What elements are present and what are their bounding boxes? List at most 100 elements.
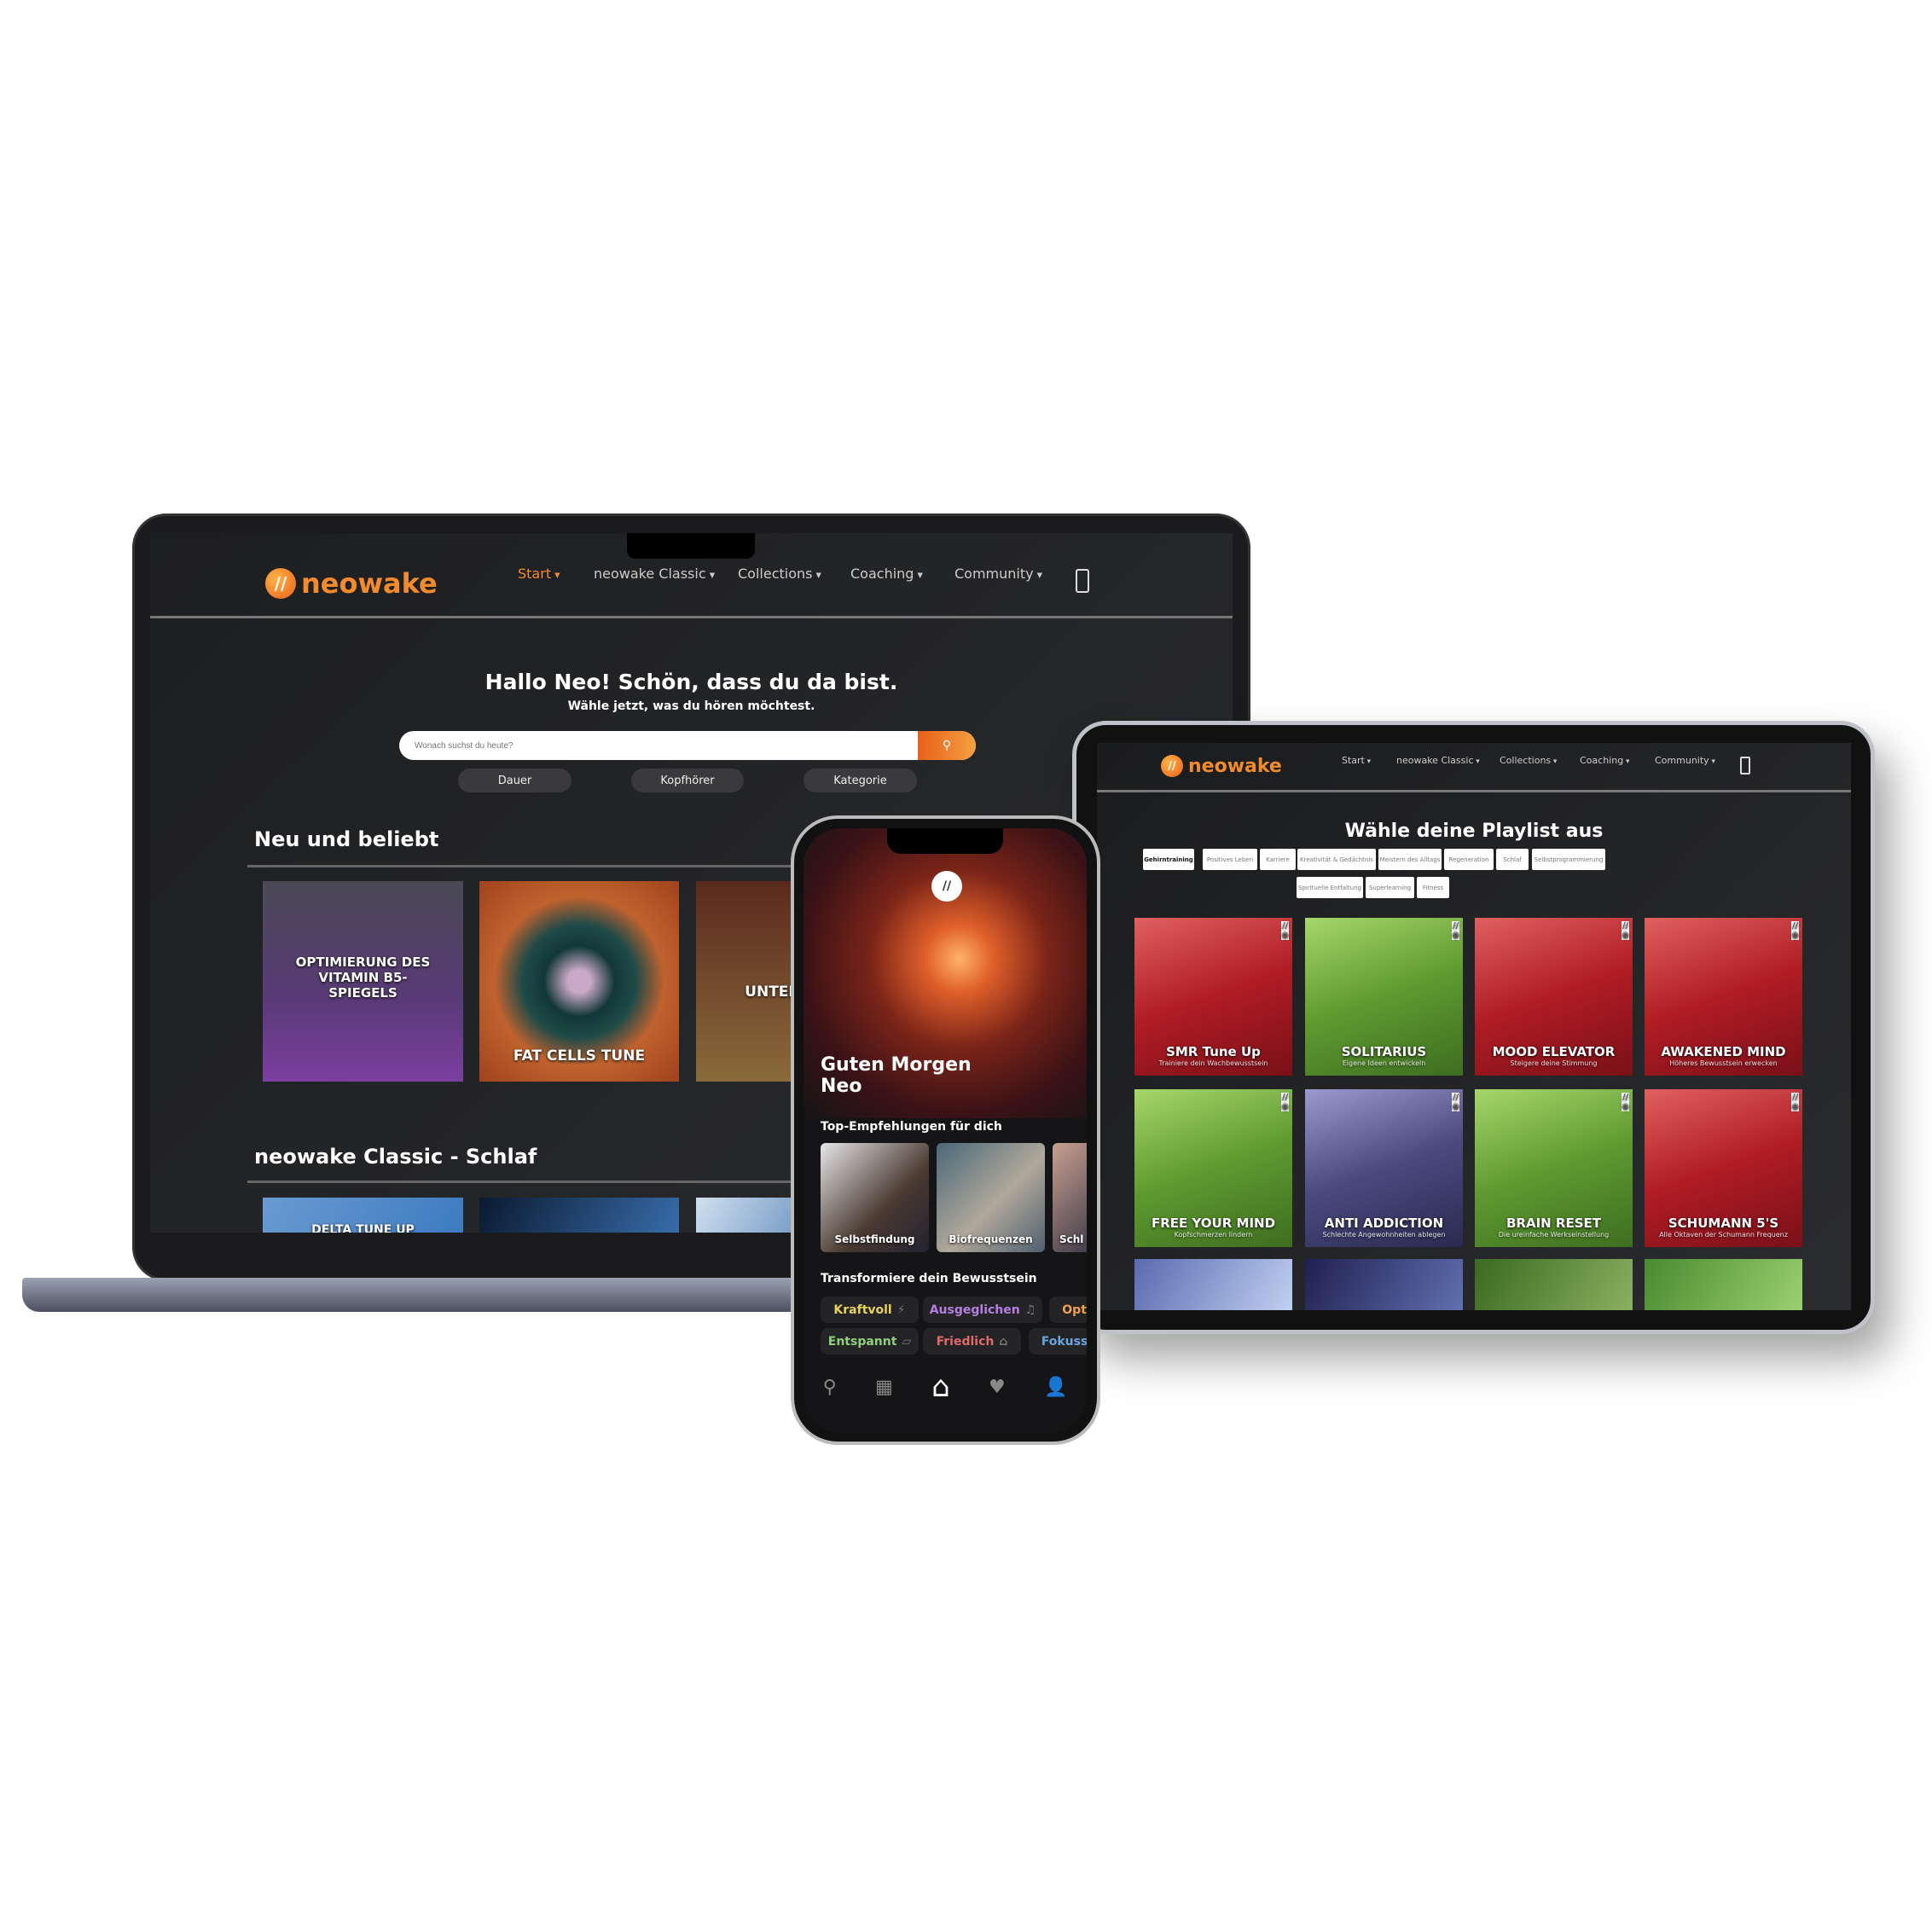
mobile-app-icon[interactable]	[1076, 569, 1089, 593]
playlist-subtitle: Steigere deine Stimmung	[1510, 1059, 1598, 1067]
nav-collections[interactable]: Collections	[1500, 755, 1557, 766]
playlist-card[interactable]	[1305, 1259, 1463, 1310]
recommendation-card[interactable]: Selbstfindung	[821, 1143, 929, 1252]
mood-chip[interactable]: Fokuss	[1029, 1328, 1087, 1355]
camera-notch	[627, 533, 755, 559]
playlist-subtitle: Die ureinfache Werkseinstellung	[1498, 1231, 1610, 1239]
playlist-tab[interactable]: Karriere	[1260, 849, 1296, 870]
track-title: FAT CELLS TUNE	[513, 1047, 646, 1065]
transform-title: Transformiere dein Bewusstsein	[821, 1272, 1037, 1285]
playlist-card[interactable]: //◉ SMR Tune Up Trainiere dein Wachbewusst…	[1134, 918, 1292, 1076]
recommend-title: Top-Empfehlungen für dich	[821, 1120, 1002, 1134]
logo-icon: //	[1161, 755, 1183, 777]
playlist-tab[interactable]: Positives Leben	[1203, 849, 1257, 870]
logo-icon: //	[1622, 1093, 1629, 1102]
search-icon[interactable]: ⚲	[823, 1377, 837, 1398]
track-card[interactable]: OPTIMIERUNG DES VITAMIN B5-SPIEGELS	[263, 881, 463, 1082]
playlist-title: AWAKENED MIND	[1661, 1044, 1786, 1059]
phone-screen: // Guten Morgen Neo Top-Empfehlungen für…	[804, 828, 1087, 1433]
recommendation-card[interactable]: Schl	[1053, 1143, 1087, 1252]
logo-text: neowake	[1188, 755, 1282, 777]
mood-label: Opti	[1062, 1303, 1087, 1317]
playlist-tab[interactable]: Fitness	[1417, 877, 1449, 898]
playlist-tab[interactable]: Schlaf	[1496, 849, 1529, 870]
search-button[interactable]: ⚲	[918, 731, 976, 760]
logo-icon: //	[1791, 921, 1799, 931]
playlist-badge: //◉	[1452, 1093, 1459, 1111]
mood-chip[interactable]: Ausgeglichen ♫	[923, 1297, 1042, 1323]
logo-text: neowake	[301, 567, 438, 600]
grid-icon[interactable]: ▦	[875, 1377, 893, 1398]
playlist-tab[interactable]: Meistern des Alltags	[1378, 849, 1442, 870]
nav-coaching[interactable]: Coaching	[850, 566, 923, 582]
nav-collections[interactable]: Collections	[738, 566, 821, 582]
playlist-title: SCHUMANN 5'S	[1668, 1215, 1779, 1231]
playlist-tab[interactable]: Gehirntraining	[1143, 849, 1194, 870]
playlist-badge: //◉	[1622, 921, 1629, 940]
header-divider	[150, 616, 1233, 618]
recommendation-card[interactable]: Biofrequenzen	[937, 1143, 1045, 1252]
user-icon[interactable]: 👤	[1044, 1377, 1067, 1398]
logo-icon: //	[1452, 1093, 1459, 1102]
playlist-title: Wähle deine Playlist aus	[1344, 821, 1604, 842]
playlist-card[interactable]: //◉ MOOD ELEVATOR Steigere deine Stimmung	[1475, 918, 1633, 1076]
playlist-card[interactable]: //◉ AWAKENED MIND Höheres Bewusstsein erwe…	[1645, 918, 1802, 1076]
track-card[interactable]	[479, 1198, 679, 1233]
logo-icon: //	[931, 871, 962, 902]
playlist-card[interactable]	[1475, 1259, 1633, 1310]
nav-community[interactable]: Community	[954, 566, 1042, 582]
tablet-logo[interactable]: // neowake	[1161, 755, 1282, 777]
home-icon[interactable]: ⌂	[931, 1370, 950, 1404]
playlist-badge: //◉	[1791, 1093, 1799, 1111]
nav-neowake-classic[interactable]: neowake Classic	[1396, 755, 1480, 766]
nav-coaching[interactable]: Coaching	[1580, 755, 1629, 766]
nav-community[interactable]: Community	[1655, 755, 1715, 766]
track-card[interactable]: FAT CELLS TUNE	[479, 881, 679, 1082]
category-icon: ◉	[1452, 1102, 1459, 1111]
playlist-card[interactable]: //◉ BRAIN RESET Die ureinfache Werkseinste…	[1475, 1089, 1633, 1247]
mood-chip[interactable]: Kraftvoll ⚡	[821, 1297, 919, 1323]
mood-chip[interactable]: Entspannt ▱	[821, 1328, 919, 1355]
nav-start[interactable]: Start	[1342, 755, 1371, 766]
logo-icon: //	[265, 568, 296, 599]
playlist-card[interactable]	[1134, 1259, 1292, 1310]
logo-icon: //	[1791, 1093, 1799, 1102]
playlist-card[interactable]: //◉ FREE YOUR MIND Kopfschmerzen lindern	[1134, 1089, 1292, 1247]
playlist-title: ANTI ADDICTION	[1324, 1215, 1444, 1231]
category-icon: ◉	[1452, 931, 1459, 940]
filter-dauer[interactable]: Dauer	[458, 769, 571, 792]
filter-kopfhoerer[interactable]: Kopfhörer	[631, 769, 744, 792]
mood-label: Kraftvoll	[833, 1303, 892, 1317]
tab-bar: ⚲ ▦ ⌂ ♥ 👤	[804, 1370, 1087, 1404]
mood-chip[interactable]: Friedlich ⌂	[923, 1328, 1021, 1355]
mood-chip[interactable]: Opti	[1049, 1297, 1087, 1323]
playlist-tab[interactable]: Superlearning	[1366, 877, 1414, 898]
playlist-card[interactable]: //◉ SOLITARIUS Eigene Ideen entwickeln	[1305, 918, 1463, 1076]
logo-icon: //	[1452, 921, 1459, 931]
filter-kategorie[interactable]: Kategorie	[804, 769, 917, 792]
playlist-card[interactable]: //◉ SCHUMANN 5'S Alle Oktaven der Schumann…	[1645, 1089, 1802, 1247]
category-icon: ◉	[1281, 1102, 1289, 1111]
playlist-tab[interactable]: Selbstprogrammierung	[1532, 849, 1605, 870]
playlist-tab[interactable]: Spirituelle Entfaltung	[1297, 877, 1363, 898]
playlist-tab[interactable]: Kreativität & Gedächtnis	[1297, 849, 1376, 870]
playlist-card[interactable]	[1645, 1259, 1802, 1310]
nav-neowake-classic[interactable]: neowake Classic	[594, 566, 715, 582]
header-divider	[1097, 790, 1851, 792]
playlist-card[interactable]: //◉ ANTI ADDICTION Schlechte Angewohnheite…	[1305, 1089, 1463, 1247]
mobile-app-icon[interactable]	[1740, 757, 1750, 775]
playlist-tab[interactable]: Regeneration	[1444, 849, 1494, 870]
section-title-classic-sleep: neowake Classic - Schlaf	[254, 1145, 537, 1169]
track-card[interactable]: DELTA TUNE UP	[263, 1198, 463, 1233]
search-input[interactable]	[399, 731, 911, 760]
section-title-new: Neu und beliebt	[254, 827, 439, 851]
laptop-logo[interactable]: // neowake	[265, 567, 438, 600]
nav-start[interactable]: Start	[518, 566, 560, 582]
greeting-name: Neo	[821, 1076, 862, 1097]
playlist-badge: //◉	[1281, 1093, 1289, 1111]
playlist-subtitle: Eigene Ideen entwickeln	[1342, 1059, 1426, 1067]
heart-icon[interactable]: ♥	[989, 1377, 1006, 1398]
playlist-subtitle: Kopfschmerzen lindern	[1174, 1231, 1253, 1239]
card-label: Schl	[1059, 1233, 1084, 1245]
track-title: DELTA TUNE UP	[311, 1223, 415, 1233]
